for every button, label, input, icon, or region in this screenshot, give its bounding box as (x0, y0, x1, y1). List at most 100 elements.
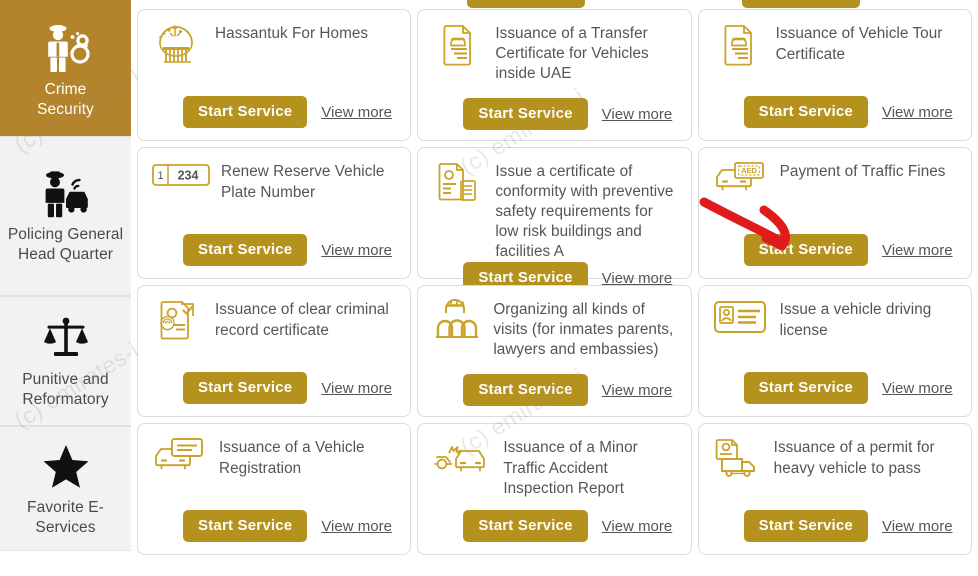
start-service-button-issuance-of-a-minor-traffic-accident-inspection-report[interactable]: Start Service (463, 510, 588, 542)
card-actions: Start Service View more (432, 510, 676, 544)
service-card-payment-of-traffic-fines[interactable]: AED Payment of Traffic Fines Start Servi… (697, 147, 972, 279)
view-more-link-issuance-of-a-transfer-certificate-for-vehicles-inside-uae[interactable]: View more (602, 106, 673, 123)
service-title: Payment of Traffic Fines (779, 163, 946, 180)
service-card-issuance-of-a-permit-for-heavy-vehicle-to-pass[interactable]: Issuance of a permit for heavy vehicle t… (697, 423, 972, 555)
sidebar-item-crime-security[interactable]: Crime Security (0, 0, 131, 136)
sidebar-item-punitive-and-reformatory[interactable]: Punitive and Reformatory (0, 296, 131, 426)
view-more-link-issue-a-certificate-of-conformity-with-preventive-safety-requirements-for-low-risk-buildings-and-facilities-a[interactable]: View more (602, 270, 673, 287)
card-header: Organizing all kinds of visits (for inma… (432, 298, 676, 360)
service-card-issue-a-vehicle-driving-license[interactable]: Issue a vehicle driving license Start Se… (697, 285, 972, 417)
previous-card-3-partial (698, 0, 972, 9)
car-aed-banknote-icon: AED (713, 160, 769, 206)
card-header: Issue a certificate of conformity with p… (432, 160, 676, 262)
service-card-renew-reserve-vehicle-plate-number[interactable]: 1 234 Renew Reserve Vehicle Plate Number… (137, 147, 412, 279)
view-more-link-renew-reserve-vehicle-plate-number[interactable]: View more (321, 242, 392, 259)
start-service-button-issuance-of-a-transfer-certificate-for-vehicles-inside-uae[interactable]: Start Service (463, 98, 588, 130)
start-service-button-hassantuk-for-homes[interactable]: Start Service (183, 96, 308, 128)
view-more-link-issuance-of-clear-criminal-record-certificate[interactable]: View more (321, 380, 392, 397)
service-title: Hassantuk For Homes (215, 25, 369, 42)
license-plate-icon: 1 234 (152, 160, 210, 206)
start-service-button-organizing-all-kinds-of-visits-for-inmates-parents-lawyers-and-embassies[interactable]: Start Service (463, 374, 588, 406)
sidebar-item-policing-general-head-quarter[interactable]: Policing General Head Quarter (0, 136, 131, 296)
services-row-1: Hassantuk For Homes Start Service View m… (137, 9, 972, 141)
star-icon (38, 438, 94, 494)
sidebar-item-favorite-e-services[interactable]: Favorite E-Services (0, 426, 131, 551)
view-more-link-issuance-of-a-vehicle-registration[interactable]: View more (321, 518, 392, 535)
start-service-button-renew-reserve-vehicle-plate-number[interactable]: Start Service (183, 234, 308, 266)
car-collision-icon (432, 436, 492, 482)
service-card-hassantuk-for-homes[interactable]: Hassantuk For Homes Start Service View m… (137, 9, 412, 141)
card-actions: Start Service View more (152, 96, 396, 130)
sidebar-item-label-favorite-e-services: Favorite E-Services (27, 498, 104, 536)
service-card-issuance-of-clear-criminal-record-certificate[interactable]: Issuance of clear criminal record certif… (137, 285, 412, 417)
service-title: Issuance of Vehicle Tour Certificate (775, 25, 943, 63)
card-actions: Start Service View more (152, 372, 396, 406)
card-header: Issuance of Vehicle Tour Certificate (713, 22, 957, 68)
criminal-record-fingerprint-icon (152, 298, 204, 344)
service-title: Issuance of clear criminal record certif… (215, 301, 389, 339)
card-actions: Start Service View more (713, 234, 957, 268)
services-row-4: Issuance of a Vehicle Registration Start… (137, 423, 972, 555)
start-service-button-payment-of-traffic-fines[interactable]: Start Service (743, 234, 868, 266)
page-root: Crime Security Policing General Head Qua… (0, 0, 978, 576)
sidebar-item-label-punitive-and-reformatory: Punitive and Reformatory (22, 371, 109, 408)
view-more-link-hassantuk-for-homes[interactable]: View more (321, 104, 392, 121)
smoke-detector-alarm-icon (152, 22, 204, 68)
card-actions: Start Service View more (713, 96, 957, 130)
view-more-link-issuance-of-a-minor-traffic-accident-inspection-report[interactable]: View more (602, 518, 673, 535)
view-more-link-organizing-all-kinds-of-visits-for-inmates-parents-lawyers-and-embassies[interactable]: View more (602, 382, 673, 399)
sidebar-item-label-policing-general-head-quarter: Policing General Head Quarter (7, 226, 124, 263)
service-title: Issuance of a Vehicle Registration (219, 439, 365, 477)
plate-left-text: 1 (157, 170, 163, 182)
category-sidebar: Crime Security Policing General Head Qua… (0, 0, 131, 576)
police-officer-handcuffs-icon (38, 20, 94, 76)
card-header: Issuance of a Vehicle Registration (152, 436, 396, 482)
start-service-button-partial-1[interactable] (467, 0, 586, 8)
start-service-button-issuance-of-a-permit-for-heavy-vehicle-to-pass[interactable]: Start Service (743, 510, 868, 542)
services-row-3: Issuance of clear criminal record certif… (137, 285, 972, 417)
service-title: Organizing all kinds of visits (for inma… (493, 301, 674, 358)
start-service-button-partial-2[interactable] (741, 0, 860, 8)
service-title: Issue a vehicle driving license (779, 301, 932, 339)
aed-label: AED (741, 166, 757, 175)
view-more-link-issuance-of-vehicle-tour-certificate[interactable]: View more (882, 104, 953, 121)
card-actions: Start Service View more (713, 372, 957, 406)
previous-card-1-partial (137, 0, 411, 9)
view-more-link-issue-a-vehicle-driving-license[interactable]: View more (882, 380, 953, 397)
scales-of-justice-icon (38, 310, 94, 366)
card-actions: Start Service View more (432, 374, 676, 406)
car-registration-card-icon (152, 436, 208, 482)
card-actions: Start Service View more (432, 98, 676, 130)
start-service-button-issuance-of-clear-criminal-record-certificate[interactable]: Start Service (183, 372, 308, 404)
service-card-organizing-all-kinds-of-visits-for-inmates-parents-lawyers-and-embassies[interactable]: Organizing all kinds of visits (for inma… (417, 285, 692, 417)
card-header: Issuance of a Minor Traffic Accident Ins… (432, 436, 676, 500)
truck-permit-document-icon (713, 436, 763, 482)
services-grid: Hassantuk For Homes Start Service View m… (136, 9, 973, 555)
start-service-button-issuance-of-a-vehicle-registration[interactable]: Start Service (183, 510, 308, 542)
plate-right-text: 234 (178, 169, 199, 183)
service-card-issuance-of-vehicle-tour-certificate[interactable]: Issuance of Vehicle Tour Certificate Sta… (697, 9, 972, 141)
police-officer-car-icon (38, 165, 94, 221)
service-card-issuance-of-a-transfer-certificate-for-vehicles-inside-uae[interactable]: Issuance of a Transfer Certificate for V… (417, 9, 692, 141)
card-header: Issuance of a permit for heavy vehicle t… (713, 436, 957, 482)
previous-card-2-partial (417, 0, 691, 9)
card-header: Hassantuk For Homes (152, 22, 396, 68)
service-card-issue-a-certificate-of-conformity-with-preventive-safety-requirements-for-low-risk-buildings-and-facilities-a[interactable]: Issue a certificate of conformity with p… (417, 147, 692, 294)
card-header: Issue a vehicle driving license (713, 298, 957, 344)
service-card-issuance-of-a-minor-traffic-accident-inspection-report[interactable]: Issuance of a Minor Traffic Accident Ins… (417, 423, 692, 555)
view-more-link-payment-of-traffic-fines[interactable]: View more (882, 242, 953, 259)
services-row-2: 1 234 Renew Reserve Vehicle Plate Number… (137, 147, 972, 294)
view-more-link-issuance-of-a-permit-for-heavy-vehicle-to-pass[interactable]: View more (882, 518, 953, 535)
service-title: Issuance of a Minor Traffic Accident Ins… (503, 439, 638, 497)
service-title: Issuance of a Transfer Certificate for V… (495, 25, 649, 82)
card-actions: Start Service View more (152, 510, 396, 544)
start-service-button-issue-a-vehicle-driving-license[interactable]: Start Service (743, 372, 868, 404)
service-title: Renew Reserve Vehicle Plate Number (221, 163, 385, 201)
card-actions: Start Service View more (152, 234, 396, 268)
card-actions: Start Service View more (713, 510, 957, 544)
start-service-button-issuance-of-vehicle-tour-certificate[interactable]: Start Service (743, 96, 868, 128)
previous-row-partial (136, 0, 973, 9)
sidebar-item-label-crime-security: Crime Security (37, 81, 94, 118)
service-card-issuance-of-a-vehicle-registration[interactable]: Issuance of a Vehicle Registration Start… (137, 423, 412, 555)
driving-license-card-icon (713, 298, 769, 344)
